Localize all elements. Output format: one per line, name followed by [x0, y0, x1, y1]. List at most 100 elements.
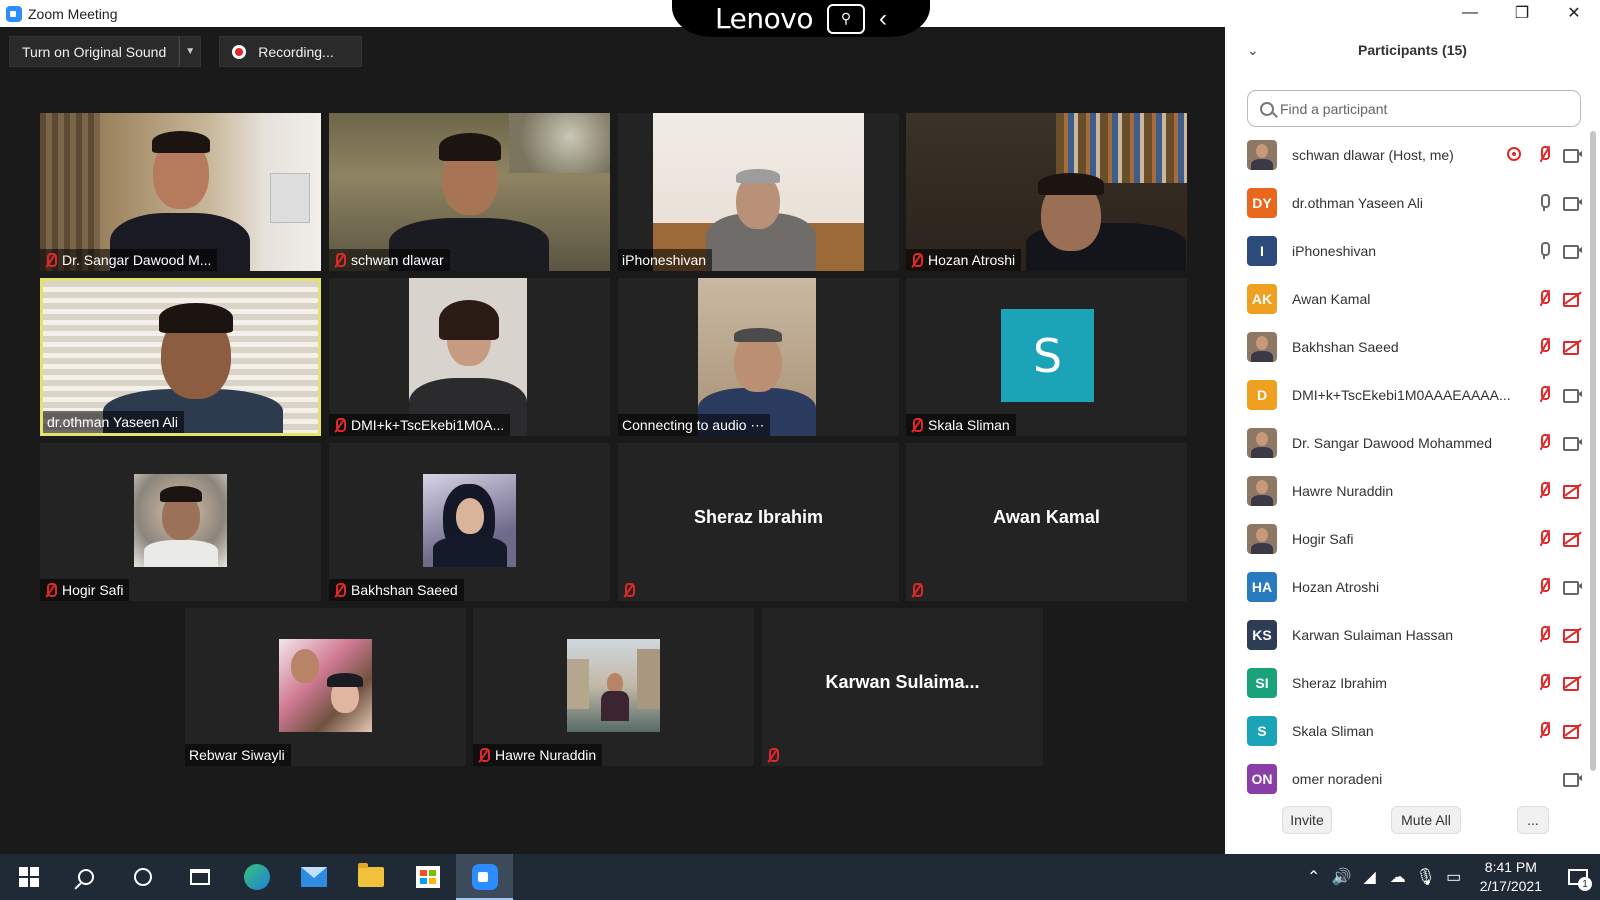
- microphone-icon[interactable]: 🎙: [1412, 867, 1440, 887]
- mic-muted-icon[interactable]: [1535, 433, 1553, 451]
- minimize-icon[interactable]: —: [1444, 0, 1496, 26]
- camera-off-icon[interactable]: [1563, 481, 1581, 499]
- participant-avatar: [1247, 428, 1277, 458]
- participant-search[interactable]: [1247, 90, 1581, 127]
- file-explorer-button[interactable]: [342, 854, 399, 900]
- video-tile[interactable]: Hawre Nuraddin: [473, 608, 754, 766]
- camera-icon[interactable]: [1563, 577, 1582, 595]
- camera-icon[interactable]: [1563, 385, 1582, 403]
- participant-row[interactable]: KS Karwan Sulaiman Hassan: [1225, 611, 1587, 659]
- profile-photo: [423, 474, 516, 567]
- video-tile[interactable]: Dr. Sangar Dawood M...: [40, 113, 321, 271]
- notification-center-button[interactable]: 1: [1556, 854, 1600, 900]
- participant-row[interactable]: schwan dlawar (Host, me): [1225, 131, 1587, 179]
- battery-icon[interactable]: ▭: [1440, 867, 1468, 887]
- mute-all-button[interactable]: Mute All: [1391, 806, 1461, 834]
- video-tile[interactable]: Hozan Atroshi: [906, 113, 1187, 271]
- cloud-icon[interactable]: ☁: [1384, 867, 1412, 887]
- video-tile[interactable]: Awan Kamal: [906, 443, 1187, 601]
- video-tile[interactable]: iPhoneshivan: [618, 113, 899, 271]
- start-button[interactable]: [0, 854, 57, 900]
- chevron-up-icon[interactable]: ⌃: [1300, 867, 1328, 887]
- mic-muted-icon[interactable]: [1535, 289, 1553, 307]
- taskbar-search-button[interactable]: [57, 854, 114, 900]
- video-tile[interactable]: Rebwar Siwayli: [185, 608, 466, 766]
- zoom-app-button[interactable]: [456, 854, 513, 900]
- mic-icon[interactable]: [1535, 193, 1553, 211]
- video-tile[interactable]: Hogir Safi: [40, 443, 321, 601]
- camera-off-icon[interactable]: [1563, 337, 1581, 355]
- camera-off-icon[interactable]: [1563, 721, 1581, 739]
- lenovo-overlay[interactable]: Lenovo ⚲ ‹: [672, 0, 930, 37]
- participant-avatar: AK: [1247, 284, 1277, 314]
- mic-muted-icon[interactable]: [1535, 577, 1553, 595]
- participant-row[interactable]: SI Sheraz Ibrahim: [1225, 659, 1587, 707]
- camera-icon[interactable]: [1563, 241, 1582, 259]
- participant-row[interactable]: Hogir Safi: [1225, 515, 1587, 563]
- participant-row[interactable]: Bakhshan Saeed: [1225, 323, 1587, 371]
- video-tile-active-speaker[interactable]: dr.othman Yaseen Ali: [40, 278, 321, 436]
- participant-avatar: HA: [1247, 572, 1277, 602]
- video-tile[interactable]: S Skala Sliman: [906, 278, 1187, 436]
- participant-row[interactable]: HA Hozan Atroshi: [1225, 563, 1587, 611]
- mic-muted-icon: [766, 748, 779, 762]
- mic-muted-icon[interactable]: [1535, 673, 1553, 691]
- participant-row[interactable]: D DMI+k+TscEkebi1M0AAAEAAAA...: [1225, 371, 1587, 419]
- video-tile[interactable]: Sheraz Ibrahim: [618, 443, 899, 601]
- video-tile[interactable]: DMI+k+TscEkebi1M0A...: [329, 278, 610, 436]
- wifi-icon[interactable]: ◢: [1356, 867, 1384, 887]
- participant-row[interactable]: ON omer noradeni: [1225, 755, 1587, 803]
- volume-icon[interactable]: 🔊: [1328, 867, 1356, 887]
- participant-row[interactable]: S Skala Sliman: [1225, 707, 1587, 755]
- camera-icon[interactable]: [1563, 769, 1582, 787]
- video-tile[interactable]: schwan dlawar: [329, 113, 610, 271]
- original-sound-dropdown[interactable]: ▼: [179, 36, 202, 67]
- camera-off-icon[interactable]: [1563, 529, 1581, 547]
- cortana-button[interactable]: [114, 854, 171, 900]
- video-tile[interactable]: Connecting to audio ⋯: [618, 278, 899, 436]
- store-app-button[interactable]: [399, 854, 456, 900]
- participant-row[interactable]: DY dr.othman Yaseen Ali: [1225, 179, 1587, 227]
- mic-muted-icon[interactable]: [1535, 145, 1553, 163]
- mic-muted-icon[interactable]: [1535, 337, 1553, 355]
- clock[interactable]: 8:41 PM 2/17/2021: [1480, 858, 1542, 896]
- participant-search-input[interactable]: [1280, 100, 1560, 117]
- camera-icon[interactable]: [1563, 433, 1582, 451]
- edge-app-button[interactable]: [228, 854, 285, 900]
- mic-muted-icon[interactable]: [1535, 385, 1553, 403]
- camera-off-icon[interactable]: [1563, 673, 1581, 691]
- participant-list-scrollbar[interactable]: [1590, 131, 1596, 771]
- restore-icon[interactable]: ❐: [1496, 0, 1548, 26]
- mail-app-button[interactable]: [285, 854, 342, 900]
- original-sound-button[interactable]: Turn on Original Sound: [9, 36, 180, 67]
- camera-icon[interactable]: [1563, 193, 1582, 211]
- participant-row[interactable]: AK Awan Kamal: [1225, 275, 1587, 323]
- mic-muted-icon[interactable]: [1535, 529, 1553, 547]
- video-tile[interactable]: Karwan Sulaima...: [762, 608, 1043, 766]
- profile-photo: [279, 639, 372, 732]
- tile-name-label: Dr. Sangar Dawood M...: [40, 249, 218, 271]
- participant-row[interactable]: Dr. Sangar Dawood Mohammed: [1225, 419, 1587, 467]
- mic-muted-icon: [622, 583, 635, 597]
- participants-panel: — ❐ ✕ ⌄ Participants (15) schwan dlawar …: [1225, 0, 1600, 854]
- close-icon[interactable]: ✕: [1548, 0, 1600, 26]
- mic-muted-icon[interactable]: [1535, 625, 1553, 643]
- camera-icon[interactable]: [1563, 145, 1582, 163]
- camera-off-icon[interactable]: [1563, 625, 1581, 643]
- participant-row[interactable]: Hawre Nuraddin: [1225, 467, 1587, 515]
- video-tile[interactable]: Bakhshan Saeed: [329, 443, 610, 601]
- chevron-left-icon[interactable]: ‹: [879, 5, 887, 33]
- participant-name-center: Sheraz Ibrahim: [693, 507, 824, 527]
- camera-off-icon[interactable]: [1563, 289, 1581, 307]
- task-view-button[interactable]: [171, 854, 228, 900]
- participant-name: Bakhshan Saeed: [1292, 339, 1399, 355]
- participant-row[interactable]: IiPhoneshivan: [1225, 227, 1587, 275]
- mic-icon[interactable]: [1535, 241, 1553, 259]
- mic-muted-icon[interactable]: [1535, 721, 1553, 739]
- keyboard-layout-icon[interactable]: ⚲: [826, 3, 865, 34]
- invite-button[interactable]: Invite: [1282, 806, 1332, 834]
- more-options-button[interactable]: ...: [1517, 806, 1549, 834]
- recording-indicator[interactable]: Recording...: [219, 36, 363, 67]
- notification-count-badge: 1: [1578, 877, 1592, 891]
- mic-muted-icon[interactable]: [1535, 481, 1553, 499]
